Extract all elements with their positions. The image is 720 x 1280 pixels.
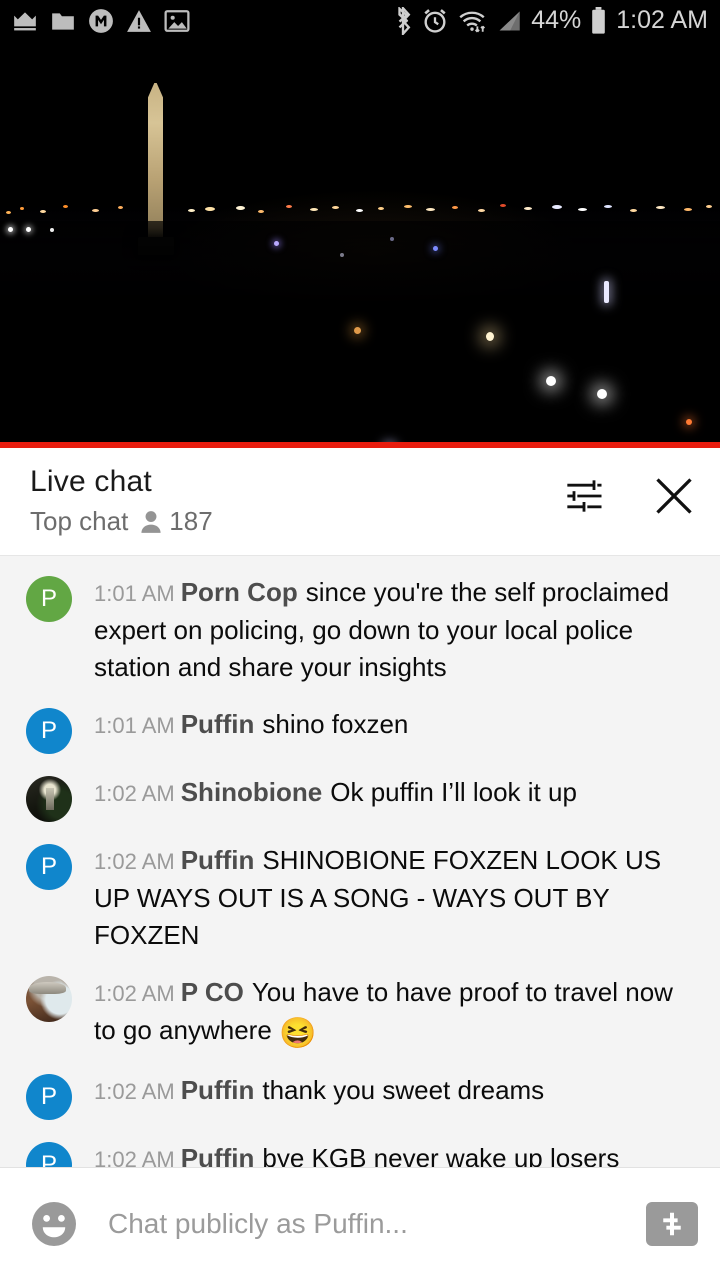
warning-triangle-icon: [126, 9, 152, 33]
sliders-icon[interactable]: [558, 470, 610, 522]
avatar[interactable]: P: [26, 1074, 72, 1120]
message-body: 1:01 AM Porn Cop since you're the self pro…: [94, 574, 698, 686]
message-body: 1:01 AM Puffin shino foxzen: [94, 706, 408, 744]
message-author[interactable]: Puffin: [181, 1075, 255, 1105]
message-timestamp: 1:02 AM: [94, 781, 175, 806]
laughing-emoji-icon: 😆: [279, 1017, 317, 1050]
app-screen: 44% 1:02 AM Live chat Top chat 187 P 1:0…: [0, 0, 720, 1280]
avatar[interactable]: P: [26, 708, 72, 754]
chat-message[interactable]: P 1:01 AM Puffin shino foxzen: [0, 696, 720, 764]
superchat-button[interactable]: [646, 1202, 698, 1246]
cell-signal-icon: [496, 9, 522, 33]
chat-message-list[interactable]: P 1:01 AM Porn Cop since you're the self p…: [0, 556, 720, 1167]
emoji-smiley-icon[interactable]: [30, 1200, 78, 1248]
chat-message[interactable]: 1:02 AM P CO You have to have proof to tra…: [0, 964, 720, 1062]
message-author[interactable]: Porn Cop: [181, 577, 298, 607]
battery-icon: [590, 6, 607, 35]
avatar[interactable]: [26, 976, 72, 1022]
chat-message[interactable]: P 1:02 AM Puffin bye KGB never wake up los…: [0, 1130, 720, 1167]
message-author[interactable]: P CO: [181, 977, 244, 1007]
live-chat-header: Live chat Top chat 187: [0, 448, 720, 556]
message-timestamp: 1:02 AM: [94, 981, 175, 1006]
city-lights-horizon: [0, 193, 720, 223]
image-icon: [164, 9, 190, 33]
message-text: shino foxzen: [262, 709, 409, 739]
message-body: 1:02 AM Puffin SHINOBIONE FOXZEN LOOK US U…: [94, 842, 698, 954]
battery-percent-label: 44%: [531, 6, 582, 34]
message-timestamp: 1:02 AM: [94, 1147, 175, 1167]
bluetooth-icon: [393, 6, 413, 35]
message-text: Ok puffin I’ll look it up: [330, 777, 577, 807]
message-body: 1:02 AM Puffin bye KGB never wake up loser…: [94, 1140, 619, 1167]
clock-label: 1:02 AM: [616, 6, 708, 34]
avatar-initial: P: [40, 1151, 57, 1167]
message-author[interactable]: Puffin: [181, 709, 255, 739]
m-circle-icon: [88, 8, 114, 34]
header-actions: [558, 470, 700, 522]
avatar-initial: P: [40, 717, 57, 744]
status-bar: 44% 1:02 AM: [0, 0, 720, 41]
message-timestamp: 1:01 AM: [94, 581, 175, 606]
folder-icon: [50, 10, 76, 32]
person-icon: [140, 510, 162, 534]
viewer-count: 187: [140, 506, 213, 537]
status-bar-left-icons: [12, 8, 190, 34]
close-icon[interactable]: [648, 470, 700, 522]
message-text: SHINOBIONE FOXZEN LOOK US UP WAYS OUT IS…: [94, 845, 662, 950]
message-body: 1:02 AM P CO You have to have proof to tra…: [94, 974, 698, 1052]
avatar[interactable]: [26, 776, 72, 822]
crown-icon: [12, 10, 38, 32]
chat-message[interactable]: P 1:02 AM Puffin SHINOBIONE FOXZEN LOOK US…: [0, 832, 720, 964]
avatar[interactable]: P: [26, 576, 72, 622]
avatar-initial: P: [40, 853, 57, 880]
avatar-initial: P: [40, 585, 57, 612]
video-frame-foreground: [0, 221, 720, 448]
chat-message[interactable]: 1:02 AM Shinobione Ok puffin I’ll look it …: [0, 764, 720, 832]
message-body: 1:02 AM Shinobione Ok puffin I’ll look it …: [94, 774, 577, 812]
message-author[interactable]: Puffin: [181, 1143, 255, 1167]
message-timestamp: 1:02 AM: [94, 849, 175, 874]
avatar[interactable]: P: [26, 1142, 72, 1167]
chat-mode-label[interactable]: Top chat: [30, 506, 128, 537]
avatar[interactable]: P: [26, 844, 72, 890]
message-author[interactable]: Puffin: [181, 845, 255, 875]
message-text: thank you sweet dreams: [262, 1075, 545, 1105]
chat-message[interactable]: P 1:01 AM Porn Cop since you're the self p…: [0, 564, 720, 696]
message-timestamp: 1:01 AM: [94, 713, 175, 738]
message-text: bye KGB never wake up losers: [262, 1143, 620, 1167]
message-body: 1:02 AM Puffin thank you sweet dreams: [94, 1072, 544, 1110]
message-author[interactable]: Shinobione: [181, 777, 323, 807]
video-player[interactable]: [0, 41, 720, 448]
chat-input-bar: [0, 1167, 720, 1280]
avatar-initial: P: [40, 1083, 57, 1110]
message-timestamp: 1:02 AM: [94, 1079, 175, 1104]
chat-message[interactable]: P 1:02 AM Puffin thank you sweet dreams: [0, 1062, 720, 1130]
wifi-icon: [457, 8, 487, 34]
status-bar-right-icons: 44% 1:02 AM: [393, 6, 708, 35]
chat-input[interactable]: [108, 1208, 646, 1240]
alarm-icon: [422, 8, 448, 34]
viewer-count-label: 187: [169, 506, 213, 536]
